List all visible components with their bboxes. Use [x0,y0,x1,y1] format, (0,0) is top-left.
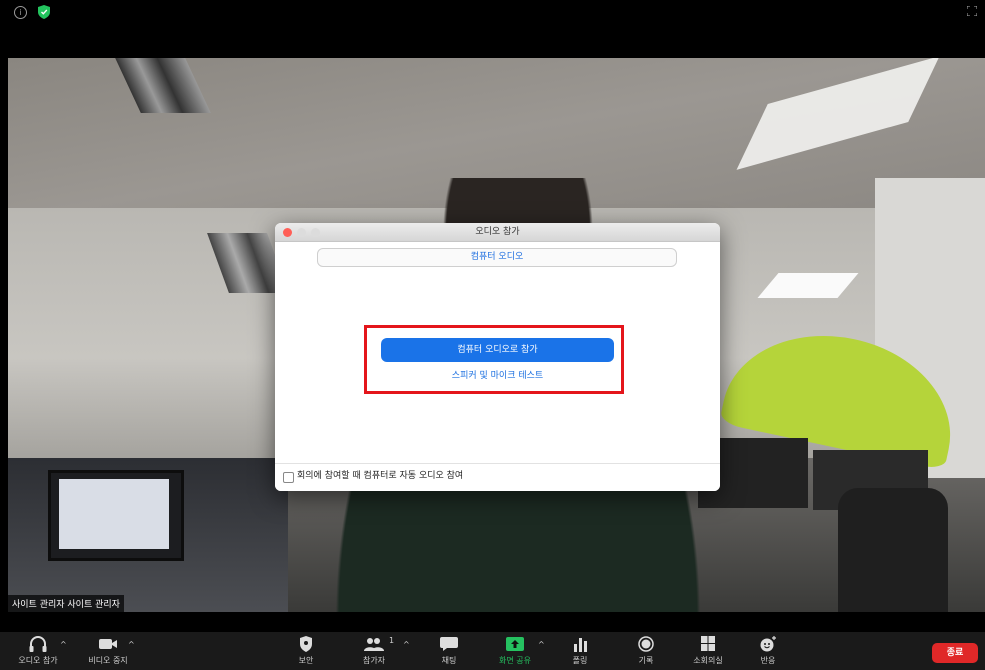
info-icon[interactable]: i [14,6,27,19]
video-chair [838,488,948,612]
reactions-label: 반응 [760,656,776,665]
test-speaker-mic-link[interactable]: 스피커 및 마이크 테스트 [381,368,614,384]
meeting-top-bar: i [0,0,985,26]
video-monitor [48,470,184,561]
join-audio-label: 오디오 참가 [18,656,58,665]
bar-chart-icon [574,638,587,652]
chat-label: 채팅 [441,656,457,665]
join-audio-button[interactable]: 오디오 참가 [8,636,68,668]
minimize-window-button[interactable] [297,228,306,237]
dialog-title-bar: 오디오 참가 [275,223,720,242]
security-button[interactable]: 보안 [276,636,336,668]
participants-button[interactable]: 참가자 [344,636,404,668]
join-with-computer-audio-button[interactable]: 컴퓨터 오디오로 참가 [381,338,614,362]
fullscreen-icon[interactable] [967,6,977,16]
record-button[interactable]: 기록 [616,636,676,668]
audio-options-chevron-up-icon[interactable]: ^ [60,640,67,649]
record-icon [638,636,654,652]
share-options-chevron-up-icon[interactable]: ^ [538,640,545,649]
security-label: 보안 [298,656,314,665]
shield-icon [300,636,312,652]
breakout-rooms-button[interactable]: 소회의실 [678,636,738,668]
polling-button[interactable]: 폴링 [550,636,610,668]
participant-count: 1 [389,636,395,645]
close-window-button[interactable] [283,228,292,237]
share-screen-button[interactable]: 화면 공유 [485,636,545,668]
headphones-icon [29,636,47,652]
auto-join-audio-checkbox[interactable] [283,472,294,483]
participants-options-chevron-up-icon[interactable]: ^ [403,640,410,649]
stop-video-label: 비디오 중지 [88,656,128,665]
participants-icon [364,638,384,651]
chat-button[interactable]: 채팅 [419,636,479,668]
video-monitor-screen [59,479,169,549]
video-camera-icon [99,639,117,649]
auto-join-audio-label[interactable]: 회의에 참여할 때 컴퓨터로 자동 오디오 참여 [297,470,463,483]
join-audio-dialog: 오디오 참가 컴퓨터 오디오 컴퓨터 오디오로 참가 스피커 및 마이크 테스트… [275,223,720,491]
maximize-window-button[interactable] [311,228,320,237]
dialog-footer: 회의에 참여할 때 컴퓨터로 자동 오디오 참여 [275,463,720,491]
record-label: 기록 [638,656,654,665]
breakout-rooms-icon [701,636,715,651]
participants-label: 참가자 [362,656,386,665]
video-options-chevron-up-icon[interactable]: ^ [128,640,135,649]
breakout-rooms-label: 소회의실 [693,656,723,665]
chat-icon [440,637,458,651]
polling-label: 폴링 [572,656,588,665]
encryption-shield-icon[interactable] [38,5,50,19]
dialog-title: 오디오 참가 [475,227,520,237]
reactions-button[interactable]: 반응 [738,636,798,668]
end-meeting-button[interactable]: 종료 [932,643,978,663]
share-screen-label: 화면 공유 [499,656,531,665]
participant-name-label: 사이트 관리자 사이트 관리자 [8,595,124,612]
reaction-emoji-icon [760,636,776,652]
tab-computer-audio[interactable]: 컴퓨터 오디오 [317,248,677,267]
meeting-toolbar: 오디오 참가 ^ 비디오 중지 ^ 보안 참가자 1 ^ 채팅 화면 공유 ^ … [0,632,985,670]
share-screen-icon [506,637,524,651]
